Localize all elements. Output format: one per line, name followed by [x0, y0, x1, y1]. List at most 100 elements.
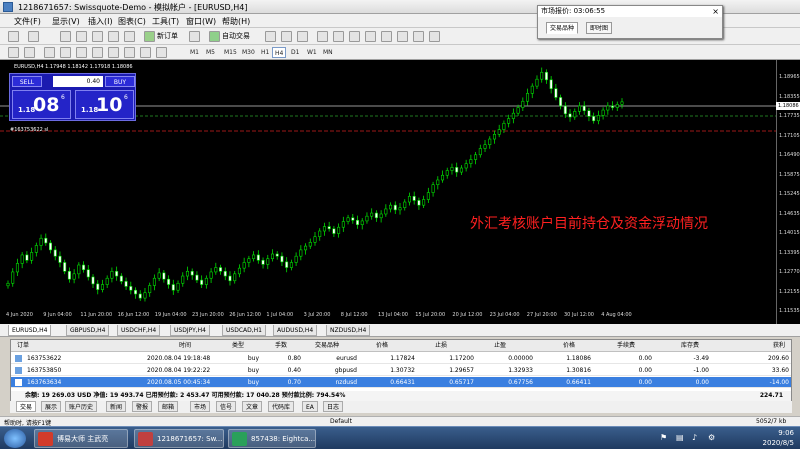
tray-network-icon[interactable]: ▤	[676, 433, 686, 443]
menu-help[interactable]: 帮助(H)	[222, 16, 250, 27]
tray-flag-icon[interactable]: ⚑	[660, 433, 670, 443]
col-commission[interactable]: 手续费	[617, 340, 635, 351]
tab-signals[interactable]: 信号	[216, 401, 237, 412]
chart-tab-usdcad[interactable]: USDCAD,H1	[222, 325, 266, 336]
tab-news[interactable]: 新闻	[106, 401, 127, 412]
new-order-button[interactable]: 新订单	[157, 30, 178, 42]
indicators-icon[interactable]	[397, 31, 408, 42]
auto-trade-icon[interactable]	[209, 31, 220, 42]
chart-tab-nzdusd[interactable]: NZDUSD,H4	[326, 325, 371, 336]
terminal-icon[interactable]	[108, 31, 119, 42]
col-lots[interactable]: 手数	[275, 340, 287, 351]
data-window-icon[interactable]	[76, 31, 87, 42]
chart-tab-usdjpy[interactable]: USDJPY,H4	[170, 325, 210, 336]
table-row[interactable]: 163763634 2020.08.05 00:45:34 buy 0.70 nzdus…	[11, 377, 791, 388]
tab-alerts[interactable]: 警报	[132, 401, 153, 412]
chart-shift-icon[interactable]	[365, 31, 376, 42]
tab-exposure[interactable]: 展示	[41, 401, 62, 412]
metaeditor-icon[interactable]	[189, 31, 200, 42]
menu-file[interactable]: 文件(F)	[14, 16, 41, 27]
tf-h4[interactable]: H4	[272, 47, 287, 58]
tab-market[interactable]: 市场	[190, 401, 211, 412]
new-chart-icon[interactable]	[8, 31, 19, 42]
buy-quote[interactable]: 1.18 10 6	[75, 90, 134, 119]
col-time[interactable]: 时间	[179, 340, 191, 351]
zoom-in-icon[interactable]	[317, 31, 328, 42]
taskbar-item-boyi[interactable]: 博易大师 主武亮	[34, 429, 128, 448]
start-icon[interactable]	[4, 429, 26, 448]
arrows-icon[interactable]	[156, 47, 167, 58]
lot-size-input[interactable]: 0.40	[53, 76, 103, 87]
market-watch-icon[interactable]	[60, 31, 71, 42]
trendline-icon[interactable]	[76, 47, 87, 58]
tf-mn[interactable]: MN	[321, 47, 335, 58]
col-price[interactable]: 价格	[376, 340, 388, 351]
autoscroll-icon[interactable]	[381, 31, 392, 42]
tab-trade[interactable]: 交易	[16, 401, 37, 412]
chart-tab-gbpusd[interactable]: GBPUSD,H4	[66, 325, 110, 336]
tf-w1[interactable]: W1	[305, 47, 319, 58]
tray-volume-icon[interactable]: ♪	[692, 433, 702, 443]
navigator-icon[interactable]	[92, 31, 103, 42]
profiles-icon[interactable]	[28, 31, 39, 42]
channel-icon[interactable]	[92, 47, 103, 58]
tf-m1[interactable]: M1	[188, 47, 201, 58]
tray-settings-icon[interactable]: ⚙	[708, 433, 718, 443]
tab-experts[interactable]: EA	[302, 401, 318, 412]
price-chart[interactable]: 1.18965 1.18355 1.17735 1.17105 1.16490 1.158…	[0, 60, 800, 324]
text-icon[interactable]	[124, 47, 135, 58]
chart-tab-eurusd[interactable]: EURUSD,H4	[8, 325, 52, 336]
label-icon[interactable]	[140, 47, 151, 58]
clock[interactable]: 9:06 2020/8/5	[763, 428, 794, 448]
col-cur-price[interactable]: 价格	[563, 340, 575, 351]
taskbar-item-mt4-1[interactable]: 1218671657: Sw...	[134, 429, 224, 448]
table-row[interactable]: 163753850 2020.08.04 19:22:22 buy 0.40 gbpus…	[11, 365, 791, 376]
tf-h1[interactable]: H1	[259, 47, 271, 58]
close-icon[interactable]: ×	[712, 6, 719, 17]
tile-windows-icon[interactable]	[349, 31, 360, 42]
sell-quote[interactable]: 1.18 08 6	[12, 90, 71, 119]
col-tp[interactable]: 止盈	[494, 340, 506, 351]
tab-history[interactable]: 账户历史	[65, 401, 98, 412]
horizontal-line-icon[interactable]	[60, 47, 71, 58]
menu-view[interactable]: 显示(V)	[52, 16, 80, 27]
cursor-icon[interactable]	[8, 47, 19, 58]
table-row[interactable]: 163753622 2020.08.04 19:18:48 buy 0.80 eurus…	[11, 353, 791, 364]
new-order-icon[interactable]	[144, 31, 155, 42]
bar-chart-icon[interactable]	[265, 31, 276, 42]
menu-charts[interactable]: 图表(C)	[118, 16, 146, 27]
templates-icon[interactable]	[429, 31, 440, 42]
tab-journal[interactable]: 日志	[323, 401, 344, 412]
chart-tab-audusd[interactable]: AUDUSD,H4	[273, 325, 318, 336]
candlestick-icon[interactable]	[281, 31, 292, 42]
menu-window[interactable]: 窗口(W)	[186, 16, 216, 27]
zoom-out-icon[interactable]	[333, 31, 344, 42]
tab-tick-chart[interactable]: 即时图	[586, 22, 613, 34]
menu-insert[interactable]: 插入(I)	[88, 16, 113, 27]
vertical-line-icon[interactable]	[44, 47, 55, 58]
col-swap[interactable]: 库存费	[681, 340, 699, 351]
tab-symbols[interactable]: 交易品种	[546, 22, 579, 34]
tf-d1[interactable]: D1	[289, 47, 301, 58]
taskbar-item-mt4-2[interactable]: 857438: Eightca...	[228, 429, 316, 448]
col-profit[interactable]: 获利	[773, 340, 785, 351]
sell-button[interactable]: SELL	[12, 76, 42, 87]
tab-articles[interactable]: 文章	[242, 401, 263, 412]
fibonacci-icon[interactable]	[108, 47, 119, 58]
col-symbol[interactable]: 交易品种	[315, 340, 339, 351]
menu-tools[interactable]: 工具(T)	[152, 16, 179, 27]
col-sl[interactable]: 止损	[435, 340, 447, 351]
tf-m15[interactable]: M15	[222, 47, 239, 58]
crosshair-icon[interactable]	[24, 47, 35, 58]
tf-m30[interactable]: M30	[240, 47, 257, 58]
line-chart-icon[interactable]	[297, 31, 308, 42]
tester-icon[interactable]	[124, 31, 135, 42]
periods-icon[interactable]	[413, 31, 424, 42]
tab-mailbox[interactable]: 邮箱	[158, 401, 179, 412]
tab-codebase[interactable]: 代码库	[268, 401, 295, 412]
chart-tab-usdchf[interactable]: USDCHF,H4	[117, 325, 161, 336]
tf-m5[interactable]: M5	[204, 47, 217, 58]
buy-button[interactable]: BUY	[105, 76, 135, 87]
col-type[interactable]: 类型	[232, 340, 244, 351]
auto-trade-button[interactable]: 自动交易	[222, 30, 250, 42]
